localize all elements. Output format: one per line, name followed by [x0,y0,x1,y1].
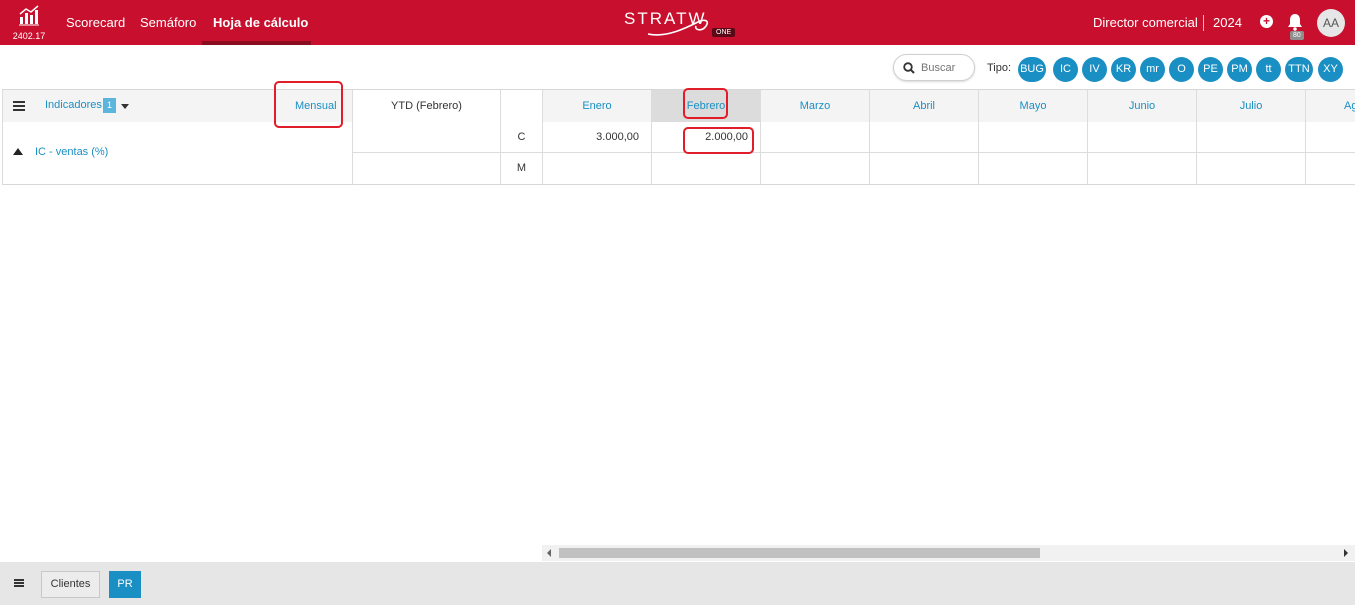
trend-up-icon [13,148,23,155]
month-header-marzo[interactable]: Marzo [761,90,870,122]
indicators-count-badge: 1 [103,98,116,113]
ytd-cell-m[interactable] [353,153,501,184]
value-cell-julio-m[interactable] [1197,153,1306,184]
type-filter-ttn[interactable]: TTN [1285,57,1313,82]
chevron-down-icon[interactable] [121,104,129,109]
app-logo[interactable]: 2402.17 [10,4,48,42]
search-input[interactable] [921,60,971,76]
brand-logo: STRATW ONE [624,6,744,40]
indicators-label[interactable]: Indicadores [45,90,102,121]
month-header-julio[interactable]: Julio [1197,90,1306,122]
series-type-header [501,90,543,122]
hamburger-menu-icon[interactable] [13,101,25,111]
month-header-agosto[interactable]: Ag [1306,90,1355,122]
chart-logo-icon [19,5,39,26]
indicator-row: IC - ventas (%) [2,122,353,185]
nav-semaforo[interactable]: Semáforo [140,0,196,45]
brand-swoosh-icon [647,19,709,36]
value-cell-mayo-c[interactable] [979,122,1088,153]
year-selector[interactable]: 2024 [1213,0,1242,46]
sheet-tab-pr[interactable]: PR [109,571,141,598]
month-header-mayo[interactable]: Mayo [979,90,1088,122]
month-header-agosto-label: Ag [1344,100,1355,112]
user-avatar[interactable]: AA [1317,9,1345,37]
app-version: 2402.17 [12,31,46,41]
type-filter-pe[interactable]: PE [1198,57,1223,82]
add-icon[interactable]: + [1260,15,1273,28]
value-cell-julio-c[interactable] [1197,122,1306,153]
grid-header: Indicadores 1 Mensual YTD (Febrero) Ener… [2,89,1355,122]
search-box[interactable] [893,54,975,81]
annotation-highlight-mensual [274,81,343,128]
indicator-name[interactable]: IC - ventas (%) [35,122,108,183]
value-cell-marzo-m[interactable] [761,153,870,184]
type-filter-pm[interactable]: PM [1227,57,1252,82]
annotation-highlight-febrero [683,88,728,119]
scroll-right-icon[interactable] [1344,549,1348,557]
notification-count-badge: 80 [1290,31,1304,40]
value-cell-abril-m[interactable] [870,153,979,184]
value-cell-junio-c[interactable] [1088,122,1197,153]
scroll-left-icon[interactable] [547,549,551,557]
value-cell-enero-c[interactable]: 3.000,00 [543,122,652,153]
ytd-cell-c[interactable] [353,122,501,153]
value-cell-agosto-c[interactable] [1306,122,1355,153]
annotation-highlight-value [683,127,754,154]
sheet-tab-clientes[interactable]: Clientes [41,571,100,598]
month-header-abril[interactable]: Abril [870,90,979,122]
value-cell-febrero-m[interactable] [652,153,761,184]
bottom-bar: Clientes PR [0,562,1355,605]
search-icon [903,62,915,74]
nav-scorecard[interactable]: Scorecard [66,0,125,45]
role-selector[interactable]: Director comercial [1093,0,1198,46]
type-filter-tt[interactable]: tt [1256,57,1281,82]
top-bar: 2402.17 Scorecard Semáforo Hoja de cálcu… [0,0,1355,45]
month-header-junio[interactable]: Junio [1088,90,1197,122]
value-cell-mayo-m[interactable] [979,153,1088,184]
type-filter-o[interactable]: O [1169,57,1194,82]
divider [1203,15,1204,31]
tipo-label: Tipo: [987,62,1012,74]
type-filter-xy[interactable]: XY [1318,57,1343,82]
grid-body: IC - ventas (%) C 3.000,00 2.000,00 M [2,122,1355,185]
type-filter-kr[interactable]: KR [1111,57,1136,82]
brand-badge: ONE [712,28,736,37]
series-type-c: C [501,122,543,153]
sheets-menu-icon[interactable] [14,579,24,587]
value-cell-enero-m[interactable] [543,153,652,184]
active-nav-indicator [202,41,311,45]
value-cell-abril-c[interactable] [870,122,979,153]
value-cell-agosto-m[interactable] [1306,153,1355,184]
ytd-header: YTD (Febrero) [353,90,501,122]
bell-icon[interactable] [1287,13,1303,31]
value-cell-junio-m[interactable] [1088,153,1197,184]
type-filter-mr[interactable]: mr [1140,57,1165,82]
value-cell-marzo-c[interactable] [761,122,870,153]
type-filter-ic[interactable]: IC [1053,57,1078,82]
series-type-m: M [501,153,543,184]
type-filter-iv[interactable]: IV [1082,57,1107,82]
horizontal-scrollbar[interactable] [542,545,1355,561]
nav-hoja-de-calculo[interactable]: Hoja de cálculo [213,0,308,45]
type-filter-bug[interactable]: BUG [1018,57,1046,82]
scrollbar-thumb[interactable] [559,548,1040,558]
month-header-enero[interactable]: Enero [543,90,652,122]
